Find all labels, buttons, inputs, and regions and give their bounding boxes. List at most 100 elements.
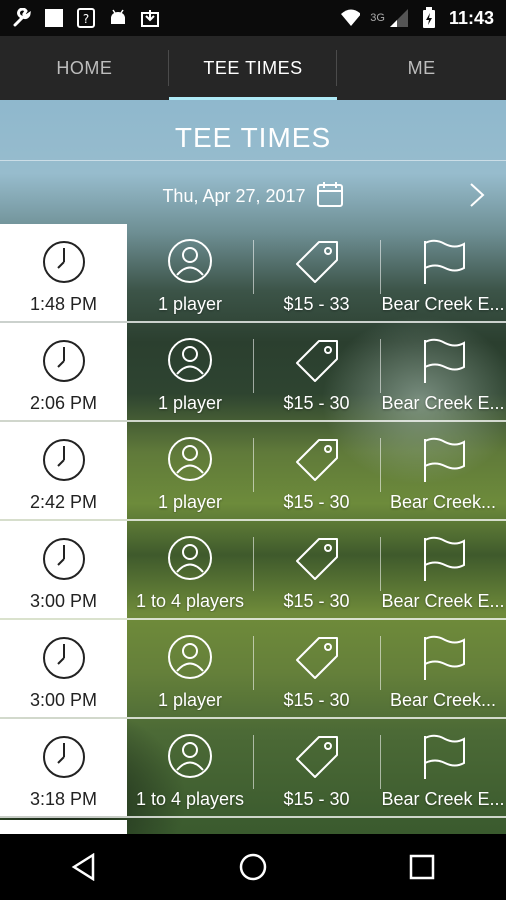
price-label: $15 - 30 <box>283 690 350 710</box>
network-label: 3G <box>370 12 385 24</box>
download-box-icon <box>140 8 160 28</box>
next-date-arrow-icon[interactable] <box>468 182 486 208</box>
tee-time-row[interactable]: 3:00 PM 1 to 4 players $15 - 30 Bear Creek … <box>0 521 506 620</box>
page-title: TEE TIMES <box>174 122 332 153</box>
tee-time: 3:00 PM <box>29 690 98 710</box>
tee-time-row[interactable]: 3:00 PM 1 player $15 - 30 Bear Creek... <box>0 620 506 719</box>
status-bar: ? 3G 11:43 <box>0 0 506 36</box>
players-cell: 1 to 4 players <box>127 521 253 618</box>
price-cell: $15 - 30 <box>253 620 380 717</box>
course-label: Bear Creek... <box>389 690 497 710</box>
calendar-icon[interactable] <box>316 180 344 213</box>
price-tag-icon <box>293 733 341 786</box>
unknown-app-icon: ? <box>76 8 96 28</box>
tee-time-row[interactable]: 2:06 PM 1 player $15 - 30 Bear Creek E... <box>0 323 506 422</box>
players-label: 1 player <box>157 393 223 413</box>
time-cell: 2:06 PM <box>0 323 127 420</box>
svg-text:?: ? <box>83 12 89 26</box>
wifi-icon <box>340 8 361 28</box>
tab-me[interactable]: ME <box>337 36 506 100</box>
price-cell: $15 - 33 <box>253 224 380 321</box>
price-label: $15 - 33 <box>283 294 350 314</box>
tab-home-label: HOME <box>56 57 113 78</box>
recents-square-icon[interactable] <box>392 837 452 897</box>
time-cell: 3:00 PM <box>0 620 127 717</box>
price-cell: $15 - 30 <box>253 323 380 420</box>
flag-icon <box>419 238 467 291</box>
course-label: Bear Creek E... <box>381 789 505 809</box>
person-icon <box>167 238 213 289</box>
tee-time-row[interactable]: 3:18 PM 1 to 4 players $15 - 30 Bear Creek … <box>0 719 506 818</box>
tee-time: 1:48 PM <box>29 294 98 314</box>
tab-tee-times-label: TEE TIMES <box>203 57 303 78</box>
players-label: 1 player <box>157 492 223 512</box>
partial-list-row <box>0 820 127 834</box>
course-cell: Bear Creek... <box>380 422 506 519</box>
person-icon <box>167 634 213 685</box>
price-label: $15 - 30 <box>283 591 350 611</box>
wrench-icon <box>12 8 32 28</box>
page-header: TEE TIMES Thu, Apr 27, 2017 <box>0 100 506 224</box>
course-cell: Bear Creek E... <box>380 521 506 618</box>
battery-charging-icon <box>419 7 439 28</box>
person-icon <box>167 733 213 784</box>
tab-me-label: ME <box>407 57 436 78</box>
home-circle-icon[interactable] <box>223 837 283 897</box>
price-label: $15 - 30 <box>283 492 350 512</box>
clock-icon <box>42 438 86 487</box>
price-cell: $15 - 30 <box>253 521 380 618</box>
signal-icon <box>389 8 409 28</box>
clock-icon <box>42 240 86 289</box>
date-selector[interactable]: Thu, Apr 27, 2017 <box>0 180 506 213</box>
price-tag-icon <box>293 337 341 390</box>
tee-time-row[interactable]: 2:42 PM 1 player $15 - 30 Bear Creek... <box>0 422 506 521</box>
course-cell: Bear Creek E... <box>380 323 506 420</box>
tee-time: 3:18 PM <box>29 789 98 809</box>
time-cell: 2:42 PM <box>0 422 127 519</box>
flag-icon <box>419 634 467 687</box>
course-label: Bear Creek E... <box>381 294 505 314</box>
time-cell: 1:48 PM <box>0 224 127 321</box>
price-tag-icon <box>293 535 341 588</box>
players-label: 1 player <box>157 294 223 314</box>
players-cell: 1 to 4 players <box>127 719 253 816</box>
tee-time: 2:06 PM <box>29 393 98 413</box>
person-icon <box>167 337 213 388</box>
price-label: $15 - 30 <box>283 789 350 809</box>
tee-time: 3:00 PM <box>29 591 98 611</box>
header-divider <box>0 160 506 161</box>
price-cell: $15 - 30 <box>253 422 380 519</box>
tee-time-row[interactable]: 1:48 PM 1 player $15 - 33 Bear Creek E... <box>0 224 506 323</box>
back-icon[interactable] <box>54 837 114 897</box>
tab-tee-times[interactable]: TEE TIMES <box>168 36 338 100</box>
players-label: 1 player <box>157 690 223 710</box>
players-label: 1 to 4 players <box>135 591 245 611</box>
selected-date: Thu, Apr 27, 2017 <box>162 186 306 206</box>
top-tabs: HOME TEE TIMES ME <box>0 36 506 100</box>
clock-icon <box>42 735 86 784</box>
tee-time: 2:42 PM <box>29 492 98 512</box>
tee-times-list: 1:48 PM 1 player $15 - 33 Bear Creek E... 2:… <box>0 224 506 834</box>
time-cell: 3:00 PM <box>0 521 127 618</box>
blank-square-icon <box>44 8 64 28</box>
players-cell: 1 player <box>127 620 253 717</box>
flag-icon <box>419 535 467 588</box>
course-label: Bear Creek E... <box>381 393 505 413</box>
course-label: Bear Creek E... <box>381 591 505 611</box>
players-cell: 1 player <box>127 224 253 321</box>
price-tag-icon <box>293 634 341 687</box>
price-tag-icon <box>293 238 341 291</box>
price-cell: $15 - 30 <box>253 719 380 816</box>
tab-home[interactable]: HOME <box>0 36 169 100</box>
flag-icon <box>419 733 467 786</box>
price-label: $15 - 30 <box>283 393 350 413</box>
android-icon <box>108 8 128 28</box>
course-cell: Bear Creek E... <box>380 224 506 321</box>
players-cell: 1 player <box>127 422 253 519</box>
course-cell: Bear Creek E... <box>380 719 506 816</box>
flag-icon <box>419 337 467 390</box>
players-cell: 1 player <box>127 323 253 420</box>
system-navbar <box>0 834 506 900</box>
status-time: 11:43 <box>448 7 494 28</box>
time-cell: 3:18 PM <box>0 719 127 816</box>
